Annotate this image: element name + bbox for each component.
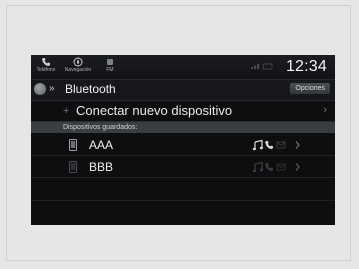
music-note-icon: [253, 139, 263, 151]
clock: 12:34: [285, 58, 327, 75]
handset-icon: [265, 163, 273, 171]
radio-icon: [107, 59, 113, 65]
signal-icon: [251, 63, 273, 70]
mail-icon: [276, 141, 286, 149]
mobile-phone-icon: [69, 161, 77, 173]
device-status-icons: [253, 139, 300, 151]
chevron-right-icon: ›: [323, 104, 327, 116]
connect-new-device-label: Conectar nuevo dispositivo: [76, 103, 233, 118]
device-row[interactable]: BBB: [31, 157, 335, 178]
device-name: BBB: [89, 160, 114, 174]
device-name: AAA: [89, 138, 114, 152]
navigation-shortcut[interactable]: Navegación: [61, 57, 95, 73]
status-bar: Teléfono Navegación FM 12:34: [31, 55, 335, 79]
music-note-icon: [253, 161, 263, 173]
infotainment-screen: Teléfono Navegación FM 12:34 » Bluetooth…: [31, 55, 335, 225]
chevron-right-icon: [295, 141, 300, 149]
fm-label: FM: [106, 67, 114, 73]
page-title: Bluetooth: [65, 82, 116, 96]
options-button[interactable]: Opciones: [290, 83, 330, 94]
saved-devices-label: Dispositivos guardados:: [63, 124, 138, 131]
plus-icon: +: [63, 105, 70, 117]
navigation-label: Navegación: [64, 67, 92, 73]
list-divider: [31, 200, 335, 201]
mobile-phone-icon: [69, 139, 77, 151]
phone-icon: [42, 58, 50, 66]
phone-shortcut[interactable]: Teléfono: [34, 57, 58, 73]
fm-shortcut[interactable]: FM: [103, 57, 117, 73]
saved-devices-header: Dispositivos guardados:: [31, 122, 335, 133]
device-status-icons: [253, 161, 300, 173]
title-bar: » Bluetooth Opciones: [31, 79, 335, 101]
chevron-right-icon: [295, 163, 300, 171]
device-row[interactable]: AAA: [31, 135, 335, 156]
connect-new-device-item[interactable]: + Conectar nuevo dispositivo ›: [31, 101, 335, 122]
mail-icon: [276, 163, 286, 171]
handset-icon: [265, 141, 273, 149]
empty-list-area: [31, 179, 335, 225]
compass-icon: [73, 57, 83, 67]
back-icon[interactable]: [34, 83, 46, 95]
phone-label: Teléfono: [36, 67, 56, 73]
breadcrumb-arrows-icon: »: [49, 83, 54, 94]
